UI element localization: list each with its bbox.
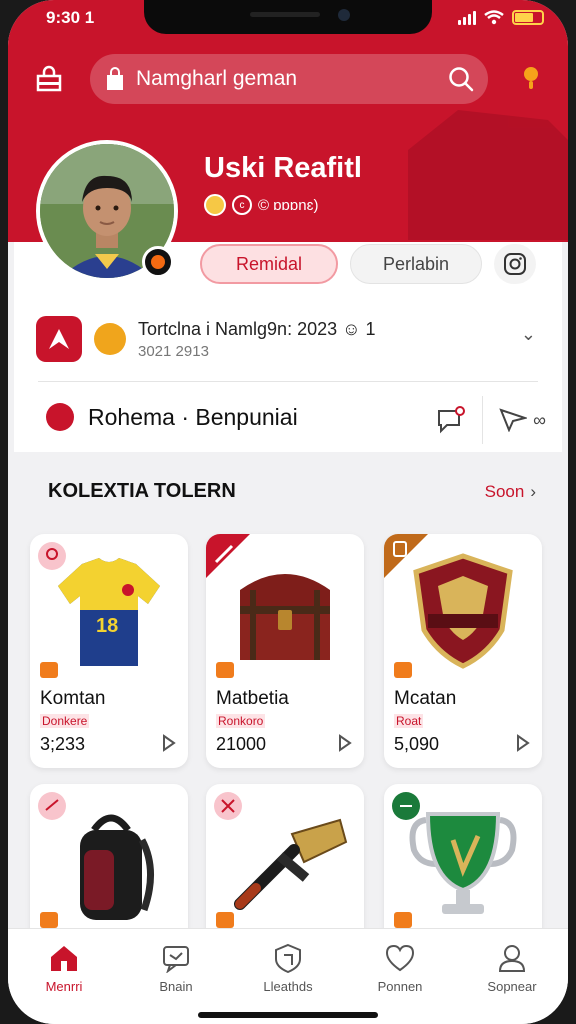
search-placeholder: Namgharl geman (136, 67, 298, 90)
chat-icon (163, 946, 189, 973)
collection-card[interactable]: 18 Komtan Donkere 3;233 (30, 534, 188, 768)
card-subtitle: Ronkoro (216, 714, 266, 728)
play-icon[interactable] (338, 734, 352, 752)
card-price: 5,090 (394, 734, 440, 754)
tab-label: Lleathds (263, 979, 313, 994)
club-row[interactable]: Rohema · Benpuniai ∞ (46, 392, 546, 444)
notification-icon[interactable] (516, 64, 546, 94)
club-actions: ∞ (436, 396, 546, 444)
profile-subtitle: c © ɒɒɒnɛ) (204, 194, 318, 216)
heart-icon (385, 944, 415, 972)
instagram-button[interactable] (494, 244, 536, 284)
svg-text:18: 18 (96, 615, 118, 637)
stadium-decoration (408, 110, 568, 240)
coin-icon (204, 194, 226, 216)
wifi-icon (484, 10, 504, 25)
divider (38, 381, 538, 382)
profile-sub-text: © ɒɒɒnɛ) (258, 196, 319, 214)
search-bar[interactable]: Namgharl geman (90, 54, 488, 104)
chevron-right-icon: › (530, 482, 536, 501)
golden-hammer-icon (234, 818, 348, 910)
instagram-icon (504, 253, 526, 275)
card-price: 3;233 (40, 734, 86, 754)
tab-chat[interactable]: Bnain (120, 929, 232, 1024)
copyright-icon: c (232, 195, 252, 215)
card-title: Komtan (40, 688, 106, 709)
collection-card[interactable]: Matbetia Ronkoro 21000 (206, 534, 364, 768)
item-tag-icon (394, 662, 412, 678)
profile-actions: Remidal Perlabin (200, 244, 536, 284)
play-icon[interactable] (162, 734, 176, 752)
tab-label: Menrri (45, 979, 83, 994)
battery-icon (512, 10, 544, 25)
shield-badge-icon (413, 553, 513, 669)
home-indicator (198, 1012, 378, 1018)
card-price: 21000 (216, 734, 267, 754)
send-icon[interactable] (499, 408, 528, 432)
tab-label: Sopnear (487, 979, 537, 994)
see-all-link[interactable]: Soon › (485, 482, 536, 502)
header-toolbar: Namgharl geman (30, 52, 550, 106)
jersey-icon: 18 (58, 558, 160, 666)
card-subtitle: Donkere (40, 714, 90, 728)
card-title: Matbetia (216, 688, 289, 709)
item-tag-icon (216, 912, 234, 928)
action-divider (482, 396, 484, 444)
team-logo-icon (36, 316, 82, 362)
bag-icon (107, 67, 123, 90)
item-tag-icon (40, 912, 58, 928)
card-subtitle: Roat (394, 714, 424, 728)
tab-shield[interactable]: Lleathds (232, 929, 344, 1024)
chevron-down-icon[interactable]: ⌄ (521, 324, 536, 345)
tab-home[interactable]: Menrri (8, 929, 120, 1024)
item-tag-icon (394, 912, 412, 928)
tab-label: Bnain (159, 979, 193, 994)
club-logo-icon (46, 403, 74, 431)
profile-name: Uski Reafitl (204, 152, 362, 184)
status-icons (458, 10, 544, 25)
secondary-action-button[interactable]: Perlabin (350, 244, 482, 284)
shield-icon (275, 943, 301, 973)
tab-favorites[interactable]: Ponnen (344, 929, 456, 1024)
device-notch (144, 0, 432, 34)
action-count: ∞ (533, 409, 546, 430)
collection-card[interactable]: Mcatan Roat 5,090 (384, 534, 542, 768)
trophy-cup-icon (409, 812, 517, 914)
online-status-badge (142, 246, 174, 278)
team-row[interactable]: Tortclna i Namlg9n: 2023 ☺ 1 3021 2913 ⌄ (36, 312, 540, 366)
team-badge-icon (94, 323, 126, 355)
item-tag-icon (216, 662, 234, 678)
signal-icon (458, 10, 476, 25)
see-all-label: Soon (484, 482, 525, 501)
home-icon (51, 946, 77, 971)
team-info: Tortclna i Namlg9n: 2023 ☺ 1 3021 2913 (138, 319, 376, 360)
phone-screen: 9:30 1 Namgharl geman Uski Reafitl c © ɒ… (8, 0, 568, 1024)
team-date: 3021 2913 (138, 342, 209, 360)
tab-profile[interactable]: Sopnear (456, 929, 568, 1024)
tab-label: Ponnen (377, 979, 423, 994)
team-title: Tortclna i Namlg9n: 2023 ☺ 1 (138, 318, 376, 339)
message-icon[interactable] (436, 406, 466, 434)
club-label: Rohema · Benpuniai (88, 403, 298, 430)
backpack-icon (80, 814, 155, 920)
card-title: Mcatan (394, 688, 457, 709)
bottom-tab-bar: Menrri Bnain Lleathds Ponnen Sopnear (8, 928, 568, 1024)
item-tag-icon (40, 662, 58, 678)
profile-icon (498, 945, 526, 972)
status-time: 9:30 1 (46, 8, 95, 27)
play-icon[interactable] (516, 734, 530, 752)
primary-action-button[interactable]: Remidal (200, 244, 338, 284)
search-icon[interactable] (448, 66, 474, 92)
collection-title: KOLEXTIA TOLERN (48, 480, 236, 502)
shopping-bag-icon[interactable] (30, 60, 68, 98)
treasure-chest-icon (240, 574, 330, 660)
